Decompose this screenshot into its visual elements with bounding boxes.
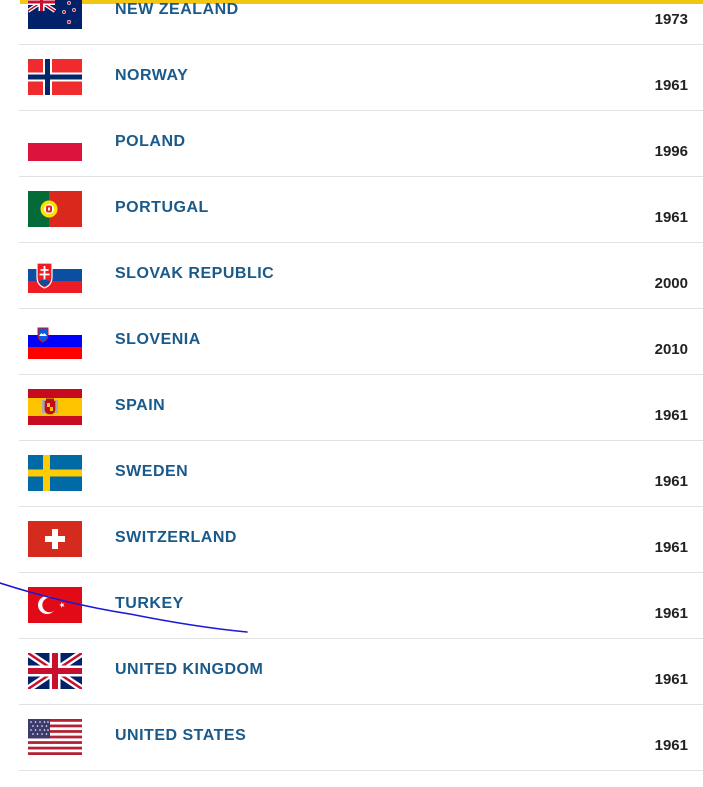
table-row: NORWAY 1961 [19, 45, 703, 111]
membership-year: 1973 [654, 11, 688, 28]
sweden-flag-icon [28, 455, 82, 491]
country-link[interactable]: NORWAY [115, 67, 188, 85]
country-link[interactable]: NEW ZEALAND [115, 1, 239, 19]
country-link[interactable]: SLOVAK REPUBLIC [115, 265, 274, 283]
membership-year: 2010 [654, 341, 688, 358]
country-link[interactable]: TURKEY [115, 595, 184, 613]
table-row: SLOVENIA 2010 [19, 309, 703, 375]
norway-flag-icon [28, 59, 82, 95]
spain-flag-icon [28, 389, 82, 425]
united-states-flag-icon [28, 719, 82, 755]
country-link[interactable]: SWEDEN [115, 463, 188, 481]
membership-year: 1961 [654, 539, 688, 556]
membership-year: 1961 [654, 605, 688, 622]
table-row: UNITED KINGDOM 1961 [19, 639, 703, 705]
membership-year: 1961 [654, 407, 688, 424]
table-row: SLOVAK REPUBLIC 2000 [19, 243, 703, 309]
table-row: PORTUGAL 1961 [19, 177, 703, 243]
country-list: NEW ZEALAND 1973 NORWAY 1961 POLAND 1996 [19, 0, 703, 771]
country-link[interactable]: PORTUGAL [115, 199, 209, 217]
table-row: TURKEY 1961 [19, 573, 703, 639]
slovakia-flag-icon [28, 257, 82, 293]
table-row: SWITZERLAND 1961 [19, 507, 703, 573]
country-link[interactable]: UNITED STATES [115, 727, 246, 745]
membership-year: 1996 [654, 143, 688, 160]
country-link[interactable]: UNITED KINGDOM [115, 661, 263, 679]
table-row: SPAIN 1961 [19, 375, 703, 441]
slovenia-flag-icon [28, 323, 82, 359]
membership-year: 1961 [654, 737, 688, 754]
country-link[interactable]: SPAIN [115, 397, 165, 415]
united-kingdom-flag-icon [28, 653, 82, 689]
poland-flag-icon [28, 125, 82, 161]
membership-year: 2000 [654, 275, 688, 292]
membership-year: 1961 [654, 209, 688, 226]
membership-year: 1961 [654, 671, 688, 688]
table-row: SWEDEN 1961 [19, 441, 703, 507]
membership-year: 1961 [654, 77, 688, 94]
membership-year: 1961 [654, 473, 688, 490]
new-zealand-flag-icon [28, 0, 82, 29]
country-link[interactable]: SLOVENIA [115, 331, 201, 349]
country-link[interactable]: POLAND [115, 133, 186, 151]
switzerland-flag-icon [28, 521, 82, 557]
table-row: NEW ZEALAND 1973 [19, 0, 703, 45]
table-row: POLAND 1996 [19, 111, 703, 177]
portugal-flag-icon [28, 191, 82, 227]
country-link[interactable]: SWITZERLAND [115, 529, 237, 547]
table-row: UNITED STATES 1961 [19, 705, 703, 771]
turkey-flag-icon [28, 587, 82, 623]
